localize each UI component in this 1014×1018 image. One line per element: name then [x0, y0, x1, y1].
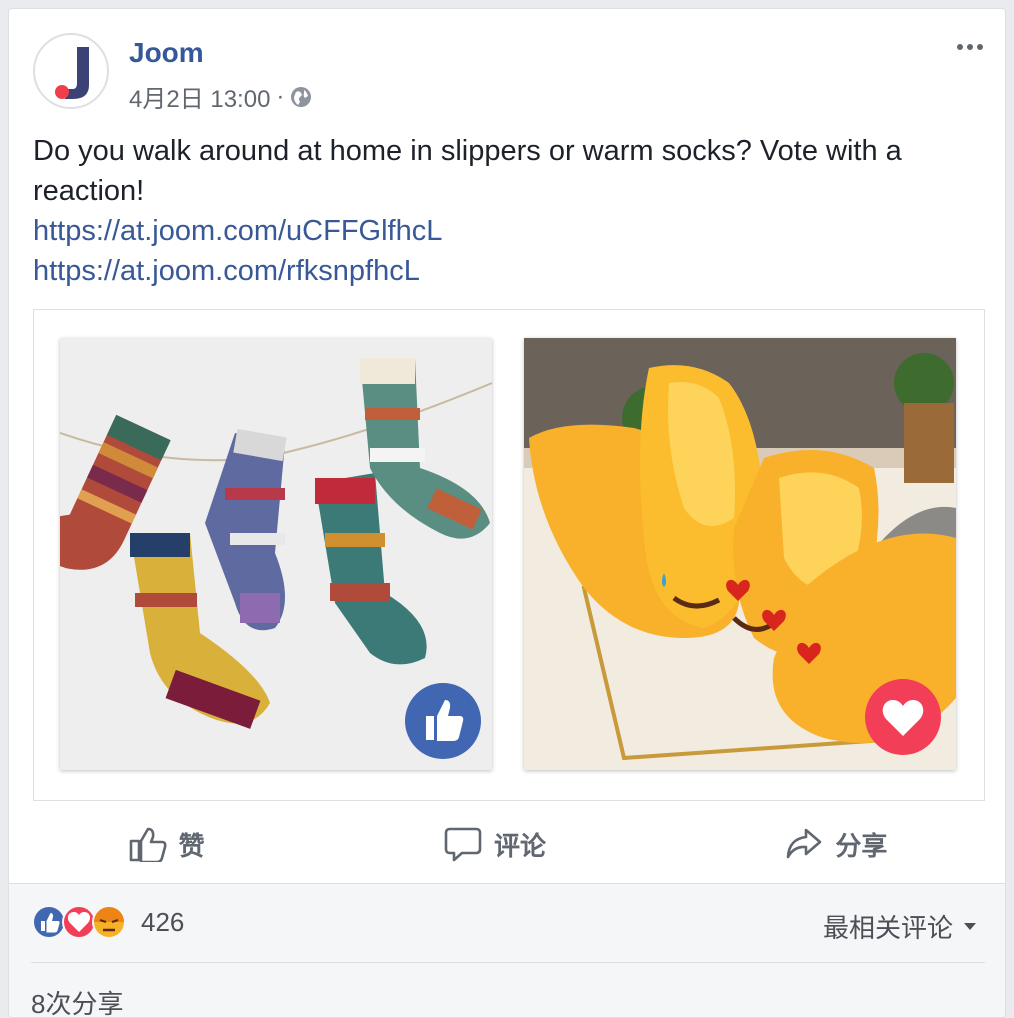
footer-divider [31, 962, 985, 963]
share-label: 分享 [835, 830, 888, 861]
post-actions: 赞 评论 分享 [9, 809, 1005, 879]
more-options-icon[interactable] [955, 35, 985, 59]
share-count[interactable]: 8次分享 [31, 984, 123, 1017]
thumbs-up-icon [129, 827, 167, 862]
reactions-summary[interactable]: 426 [31, 904, 184, 940]
angry-icon [92, 905, 126, 939]
post-message: Do you walk around at home in slippers o… [33, 135, 902, 207]
post-meta: 4月2日 13:00 · [129, 79, 312, 114]
comment-label: 评论 [493, 830, 546, 861]
page-avatar[interactable] [33, 33, 109, 109]
comment-icon [444, 827, 482, 862]
globe-icon[interactable] [290, 86, 312, 108]
love-icon [62, 905, 96, 939]
post-timestamp[interactable]: 4月2日 13:00 [129, 79, 270, 114]
page-name[interactable]: Joom [129, 37, 204, 69]
post-link-1[interactable]: https://at.joom.com/uCFFGlfhcL [33, 211, 983, 251]
reaction-icons [32, 905, 126, 939]
joom-logo [55, 47, 89, 99]
socks-image[interactable] [60, 338, 492, 770]
like-label: 赞 [178, 830, 205, 861]
meta-separator: · [276, 82, 285, 110]
like-icon [32, 905, 66, 939]
comment-button[interactable]: 评论 [444, 826, 546, 863]
post-link-2[interactable]: https://at.joom.com/rfksnpfhcL [33, 251, 983, 291]
share-icon [787, 828, 822, 859]
comment-sort-dropdown[interactable]: 最相关评论 [823, 908, 977, 945]
sort-label: 最相关评论 [822, 913, 953, 943]
image-attachment [33, 309, 985, 801]
share-button[interactable]: 分享 [785, 826, 887, 863]
post-footer: 426 最相关评论 8次分享 [9, 883, 1005, 1017]
like-button[interactable]: 赞 [129, 826, 205, 863]
slippers-image[interactable] [524, 338, 956, 770]
post-body: Do you walk around at home in slippers o… [33, 131, 983, 291]
caret-down-icon [964, 922, 976, 930]
reaction-count: 426 [141, 906, 185, 937]
post-card: Joom 4月2日 13:00 · Do you walk around at … [8, 8, 1006, 1018]
